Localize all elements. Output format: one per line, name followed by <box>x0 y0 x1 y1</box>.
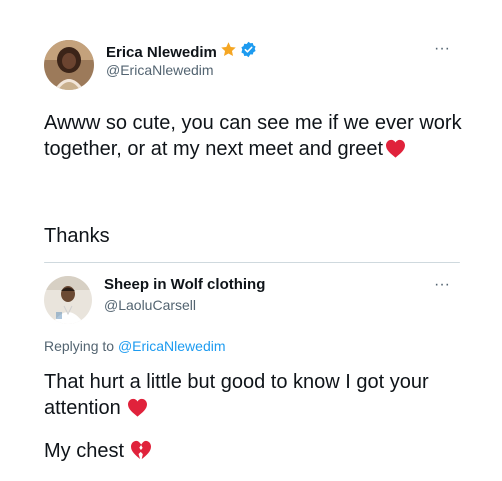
replying-to: Replying to @EricaNlewedim <box>44 338 226 354</box>
erica-display-name[interactable]: Erica Nlewedim <box>106 44 217 61</box>
tweet-thanks: Thanks <box>44 225 110 247</box>
laolu-avatar[interactable] <box>44 276 92 324</box>
tweet-body: Awww so cute, you can see me if we ever … <box>44 110 462 165</box>
erica-name-row: Erica Nlewedim <box>106 41 257 63</box>
laolu-handle[interactable]: @LaoluCarsell <box>104 297 196 313</box>
replying-handle-link[interactable]: @EricaNlewedim <box>118 338 226 354</box>
replying-prefix: Replying to <box>44 338 118 354</box>
heart-icon <box>385 139 406 165</box>
main-tweet: Erica Nlewedim @EricaNlewedim ··· Awww s… <box>0 0 502 262</box>
laolu-name-row: Sheep in Wolf clothing <box>104 276 265 293</box>
divider <box>44 262 460 263</box>
heart-icon <box>127 398 148 424</box>
erica-handle[interactable]: @EricaNlewedim <box>106 62 214 78</box>
verified-icon <box>240 41 257 63</box>
reply-body: That hurt a little but good to know I go… <box>44 369 462 424</box>
erica-avatar[interactable] <box>44 40 94 90</box>
star-icon <box>220 41 237 63</box>
reply-more-options-icon[interactable]: ··· <box>434 276 450 294</box>
reply-body-text: That hurt a little but good to know I go… <box>44 371 429 419</box>
more-options-icon[interactable]: ··· <box>434 40 450 58</box>
reply-chest-text: My chest <box>44 440 125 462</box>
broken-heart-icon <box>130 440 152 467</box>
laolu-display-name[interactable]: Sheep in Wolf clothing <box>104 276 265 293</box>
reply-chest: My chest <box>44 438 462 467</box>
